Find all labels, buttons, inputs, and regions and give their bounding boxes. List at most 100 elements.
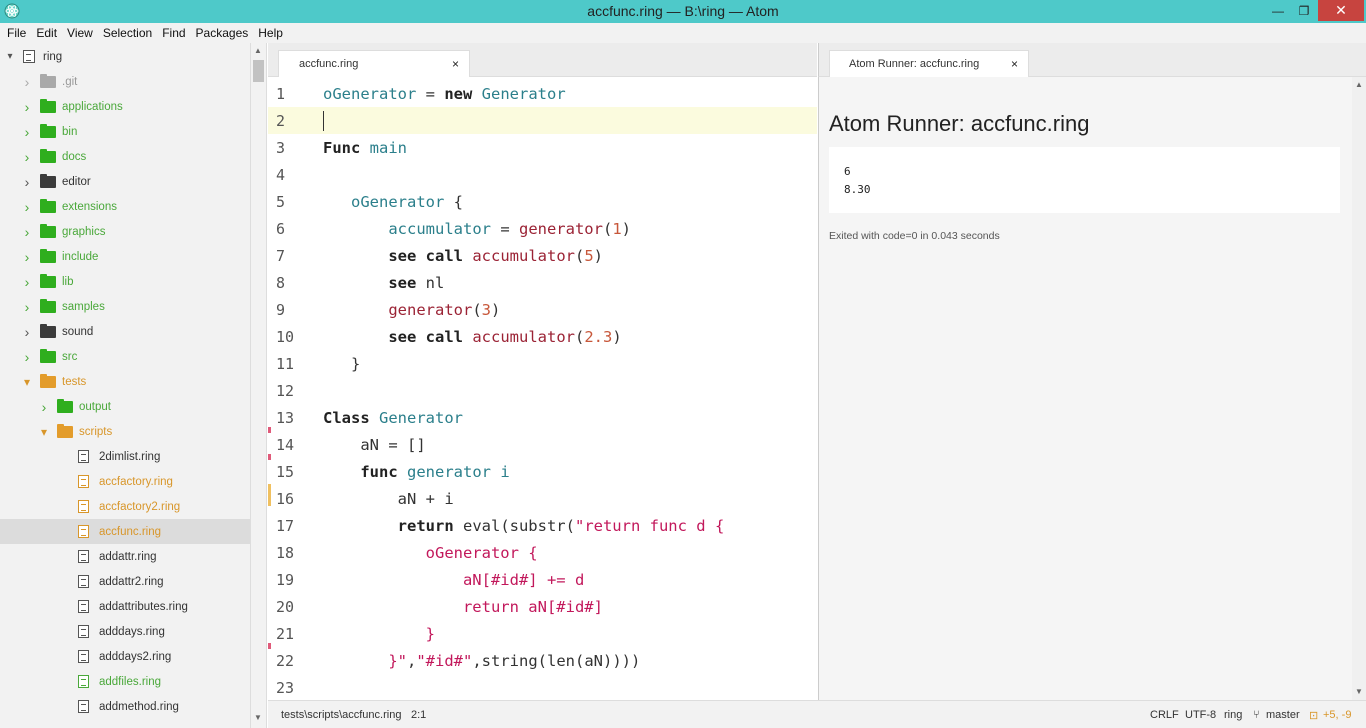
chevron-right-icon[interactable]: › (22, 274, 32, 290)
tree-folder-bin[interactable]: › bin (0, 119, 250, 144)
status-cursor-position[interactable]: 2:1 (411, 709, 426, 721)
chevron-right-icon[interactable]: › (22, 224, 32, 240)
code-line[interactable]: 10 see call accumulator(2.3) (268, 323, 817, 350)
code-token: generator (518, 219, 603, 238)
code-token: aN = [] (323, 435, 426, 454)
chevron-right-icon[interactable]: › (39, 399, 49, 415)
status-line-ending[interactable]: CRLF (1150, 709, 1179, 721)
code-line[interactable]: 22 }","#id#",string(len(aN)))) (268, 647, 817, 674)
menu-selection[interactable]: Selection (103, 26, 152, 40)
tree-file-accfactory2-ring[interactable]: accfactory2.ring (0, 494, 250, 519)
tree-file-accfunc-ring[interactable]: accfunc.ring (0, 519, 250, 544)
chevron-down-icon[interactable]: ▾ (39, 425, 49, 439)
tree-file-addattributes-ring[interactable]: addattributes.ring (0, 594, 250, 619)
chevron-right-icon[interactable]: › (22, 124, 32, 140)
tree-file-accfactory-ring[interactable]: accfactory.ring (0, 469, 250, 494)
tree-root[interactable]: ▾ ring (0, 44, 250, 69)
tree-folder-include[interactable]: › include (0, 244, 250, 269)
status-grammar[interactable]: ring (1224, 709, 1242, 721)
chevron-right-icon[interactable]: › (22, 74, 32, 90)
chevron-right-icon[interactable]: › (22, 349, 32, 365)
code-line[interactable]: 5 oGenerator { (268, 188, 817, 215)
folder-icon (40, 123, 56, 138)
tree-folder-extensions[interactable]: › extensions (0, 194, 250, 219)
tree-folder-graphics[interactable]: › graphics (0, 219, 250, 244)
tree-folder-scripts[interactable]: ▾ scripts (0, 419, 250, 444)
runner-tab-close-icon[interactable]: × (1011, 57, 1018, 71)
code-line[interactable]: 11 } (268, 350, 817, 377)
runner-scrollbar[interactable]: ▲ ▼ (1352, 77, 1366, 700)
tree-scrollbar[interactable]: ▲ ▼ (251, 43, 267, 728)
menu-find[interactable]: Find (162, 26, 185, 40)
code-line[interactable]: 20 return aN[#id#] (268, 593, 817, 620)
tree-folder-lib[interactable]: › lib (0, 269, 250, 294)
tree-file-addfiles-ring[interactable]: addfiles.ring (0, 669, 250, 694)
code-line[interactable]: 17 return eval(substr("return func d { (268, 512, 817, 539)
tree-folder-sound[interactable]: › sound (0, 319, 250, 344)
chevron-right-icon[interactable]: › (22, 149, 32, 165)
tree-file-addattr-ring[interactable]: addattr.ring (0, 544, 250, 569)
status-file-path[interactable]: tests\scripts\accfunc.ring (281, 709, 401, 721)
scroll-down-icon[interactable]: ▼ (254, 713, 262, 722)
code-line[interactable]: 18 oGenerator { (268, 539, 817, 566)
tree-file-2dimlist-ring[interactable]: 2dimlist.ring (0, 444, 250, 469)
tree-folder-editor[interactable]: › editor (0, 169, 250, 194)
status-encoding[interactable]: UTF-8 (1185, 709, 1216, 721)
code-line[interactable]: 19 aN[#id#] += d (268, 566, 817, 593)
scroll-up-icon[interactable]: ▲ (254, 46, 262, 55)
tree-folder-src[interactable]: › src (0, 344, 250, 369)
tree-file-adddays-ring[interactable]: adddays.ring (0, 619, 250, 644)
chevron-right-icon[interactable]: › (22, 199, 32, 215)
tab-close-icon[interactable]: × (452, 57, 459, 71)
code-line[interactable]: 13 Class Generator (268, 404, 817, 431)
code-line[interactable]: 9 generator(3) (268, 296, 817, 323)
chevron-right-icon[interactable]: › (22, 249, 32, 265)
code-editor[interactable]: 1 oGenerator = new Generator 2 3 Func main 4 5… (268, 77, 817, 700)
code-line[interactable]: 15 func generator i (268, 458, 817, 485)
code-line[interactable]: 14 aN = [] (268, 431, 817, 458)
tree-folder-applications[interactable]: › applications (0, 94, 250, 119)
tree-file-addattr2-ring[interactable]: addattr2.ring (0, 569, 250, 594)
tree-file-adddays2-ring[interactable]: adddays2.ring (0, 644, 250, 669)
code-line[interactable]: 8 see nl (268, 269, 817, 296)
tree-folder-output[interactable]: › output (0, 394, 250, 419)
line-number: 21 (276, 624, 295, 643)
tab-accfunc[interactable]: accfunc.ring × (278, 50, 470, 77)
code-line[interactable]: 1 oGenerator = new Generator (268, 80, 817, 107)
menu-help[interactable]: Help (258, 26, 283, 40)
scroll-down-icon[interactable]: ▼ (1355, 687, 1363, 696)
code-line[interactable]: 6 accumulator = generator(1) (268, 215, 817, 242)
code-line[interactable]: 12 (268, 377, 817, 404)
tab-atom-runner[interactable]: Atom Runner: accfunc.ring × (829, 50, 1029, 77)
tree-folder--git[interactable]: › .git (0, 69, 250, 94)
tree-folder-docs[interactable]: › docs (0, 144, 250, 169)
code-line[interactable]: 2 (268, 107, 817, 134)
code-line[interactable]: 7 see call accumulator(5) (268, 242, 817, 269)
code-line[interactable]: 21 } (268, 620, 817, 647)
status-git-diff[interactable]: +5, -9 (1323, 709, 1351, 721)
scroll-up-icon[interactable]: ▲ (1355, 80, 1363, 89)
menu-edit[interactable]: Edit (36, 26, 57, 40)
chevron-down-icon[interactable]: ▾ (22, 375, 32, 389)
scrollbar-thumb[interactable] (253, 60, 264, 82)
file-icon (78, 550, 89, 563)
code-line[interactable]: 4 (268, 161, 817, 188)
code-line[interactable]: 23 (268, 674, 817, 700)
chevron-right-icon[interactable]: › (22, 324, 32, 340)
chevron-right-icon[interactable]: › (22, 99, 32, 115)
maximize-button[interactable]: ❐ (1292, 0, 1316, 21)
minimize-button[interactable]: — (1264, 0, 1292, 21)
menu-view[interactable]: View (67, 26, 93, 40)
tree-folder-tests[interactable]: ▾ tests (0, 369, 250, 394)
menu-packages[interactable]: Packages (196, 26, 249, 40)
menu-file[interactable]: File (7, 26, 26, 40)
tree-file-addmethod-ring[interactable]: addmethod.ring (0, 694, 250, 719)
tree-item-label: extensions (62, 200, 117, 213)
chevron-right-icon[interactable]: › (22, 174, 32, 190)
status-git-branch[interactable]: master (1266, 709, 1300, 721)
tree-folder-samples[interactable]: › samples (0, 294, 250, 319)
code-line[interactable]: 3 Func main (268, 134, 817, 161)
code-line[interactable]: 16 aN + i (268, 485, 817, 512)
chevron-right-icon[interactable]: › (22, 299, 32, 315)
close-button[interactable]: ✕ (1318, 0, 1364, 21)
